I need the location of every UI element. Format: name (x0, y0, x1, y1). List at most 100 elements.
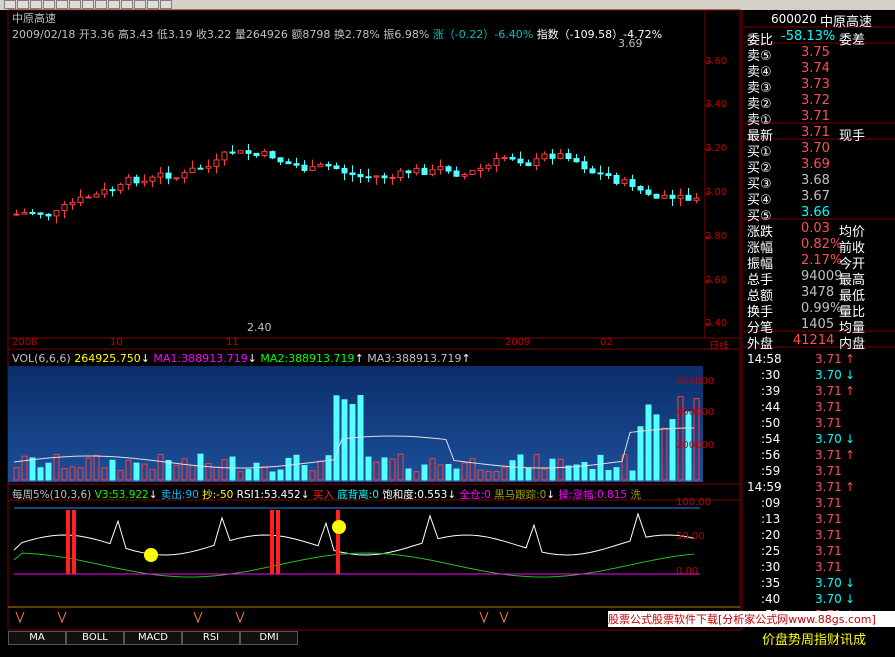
toolbar-button[interactable] (82, 0, 94, 9)
tick-price: 3.71 (815, 512, 842, 526)
candle-body (333, 165, 340, 169)
candle-body (437, 166, 444, 171)
candle-body (557, 153, 564, 159)
toolbar-button[interactable] (4, 0, 16, 9)
quote-row-label2: 均量 (839, 321, 866, 336)
tick-time: :56 (761, 448, 781, 462)
header-turnover: 换2.78% (333, 28, 380, 41)
tick-price: 3.70 (815, 432, 842, 446)
quote-row-value: 3.66 (801, 205, 830, 220)
candle-body (109, 189, 116, 192)
volume-bar (301, 465, 308, 481)
quote-row-label: 卖④ (747, 65, 772, 80)
candle-body (85, 196, 92, 199)
toolbar-button[interactable] (95, 0, 107, 9)
volume-bar (573, 464, 580, 481)
candle-body (581, 161, 588, 170)
volume-bar (349, 404, 356, 481)
volume-bar (133, 462, 140, 481)
ind-v3: V3:53.922 (94, 489, 149, 501)
tab-rsi[interactable]: RSI (182, 631, 240, 645)
v3-line (13, 552, 695, 578)
ind-buy: 抄:-50 (202, 489, 234, 501)
volume-bar (645, 404, 652, 481)
toolbar-button[interactable] (108, 0, 120, 9)
volume-bar (269, 471, 276, 481)
quote-row-label: 涨跌 (747, 225, 774, 240)
volume-bar (365, 456, 372, 481)
volume-bar (525, 467, 532, 481)
buy-marker-icon (479, 611, 489, 624)
buy-marker-icon (15, 611, 25, 624)
diff-label: 委差 (839, 33, 866, 48)
tab-macd[interactable]: MACD (124, 631, 182, 645)
volume-bar (333, 395, 340, 481)
candle-body (221, 151, 228, 161)
tick-time: :54 (761, 432, 781, 446)
quote-row-value: 3.69 (801, 157, 830, 172)
tab-boll[interactable]: BOLL (66, 631, 124, 645)
rsi-line (13, 512, 695, 556)
tab-ma[interactable]: MA (8, 631, 66, 645)
toolbar-button[interactable] (69, 0, 81, 9)
candle-body (669, 194, 676, 199)
toolbar-button[interactable] (134, 0, 146, 9)
volume-bar (285, 457, 292, 481)
quote-row-label: 卖① (747, 113, 772, 128)
tick-time: :44 (761, 400, 781, 414)
candle-body (205, 165, 212, 169)
candle-body (597, 172, 604, 175)
tick-arrow: ↓ (845, 368, 856, 382)
quote-row-label: 买④ (747, 193, 772, 208)
date-tick: 2009 (505, 337, 531, 348)
toolbar-button[interactable] (160, 0, 172, 9)
candle-body (61, 203, 68, 212)
tick-time: 14:59 (747, 480, 782, 494)
volume-bar (381, 457, 388, 481)
quote-row-value: 1405 (801, 317, 835, 332)
candle-body (253, 152, 260, 156)
candle-body (213, 159, 220, 167)
tick-time: :35 (761, 576, 781, 590)
volume-bar (229, 456, 236, 481)
quote-row-value: 94009 (801, 269, 843, 284)
volume-bar (197, 453, 204, 481)
candle-body (621, 179, 628, 184)
header-amplitude: 振6.98% (383, 28, 430, 41)
candle-body (285, 161, 292, 165)
period-label[interactable]: 日线 (709, 337, 729, 352)
max-price-mark: 3.69 (618, 37, 643, 50)
candle-body (141, 180, 148, 184)
toolbar-button[interactable] (56, 0, 68, 9)
quote-row-label2: 最高 (839, 273, 866, 288)
ad-banner[interactable]: 股票公式股票软件下载[分析家公式网www.88gs.com] (608, 611, 895, 627)
toolbar-button[interactable] (30, 0, 42, 9)
candle-body (477, 167, 484, 171)
tick-price: 3.70 (815, 576, 842, 590)
buy-marker-icon (499, 611, 509, 624)
tab-dmi[interactable]: DMI (240, 631, 298, 645)
toolbar-button[interactable] (17, 0, 29, 9)
vol-ma1: MA1:388913.719 (153, 352, 248, 365)
quote-row-label: 换手 (747, 305, 774, 320)
tick-price: 3.71 (815, 528, 842, 542)
footer-menu[interactable]: 价盘势周指财讯成 (762, 629, 866, 648)
vol-value: 264925.750 (74, 352, 141, 365)
ratio-value: -58.13% (781, 29, 836, 44)
volume-bar (37, 467, 44, 481)
ind-tick: 100.00 (676, 497, 711, 508)
quote-row-value: 3.73 (801, 77, 830, 92)
volume-bar (325, 455, 332, 481)
volume-bar (509, 460, 516, 481)
candle-body (173, 177, 180, 180)
toolbar-button[interactable] (147, 0, 159, 9)
ind-rsi: RSI1:53.452 (236, 489, 301, 501)
date-tick: 10 (110, 337, 123, 348)
toolbar-button[interactable] (43, 0, 55, 9)
tick-price: 3.70 (815, 368, 842, 382)
candle-body (525, 162, 532, 167)
toolbar-button[interactable] (121, 0, 133, 9)
tick-price: 3.71 (815, 352, 842, 366)
candle-body (565, 153, 572, 159)
candle-body (653, 193, 660, 199)
